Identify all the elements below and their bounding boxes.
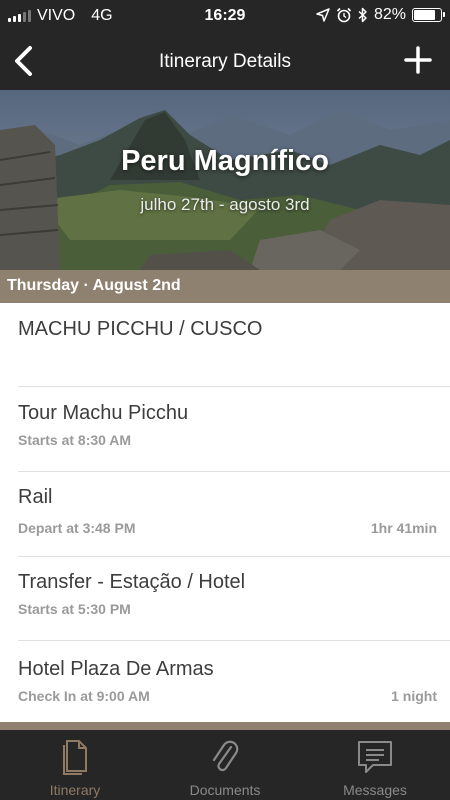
section-title: MACHU PICCHU / CUSCO (18, 318, 263, 340)
alarm-clock-icon (336, 7, 352, 23)
status-bar: VIVO 4G 16:29 82% (0, 0, 450, 32)
item-title: Tour Machu Picchu (18, 402, 189, 424)
section-header: MACHU PICCHU / CUSCO (0, 303, 450, 387)
trip-dates: julho 27th - agosto 3rd (140, 195, 310, 214)
item-subtitle: Depart at 3:48 PM (18, 520, 136, 536)
tab-bar: Itinerary Documents Messages (0, 730, 450, 800)
itinerary-item-hotel[interactable]: Hotel Plaza De Armas Check In at 9:00 AM… (0, 641, 450, 722)
itinerary-item-transfer[interactable]: Transfer - Estação / Hotel Starts at 5:3… (0, 557, 450, 641)
tab-documents[interactable]: Documents (150, 730, 300, 800)
status-right: 82% (316, 6, 445, 24)
page-title: Itinerary Details (159, 51, 291, 72)
hero-overlay (0, 90, 450, 270)
bottom-accent-bar (0, 722, 450, 730)
tab-itinerary[interactable]: Itinerary (0, 730, 150, 800)
battery-percent: 82% (373, 6, 406, 23)
item-duration: 1 night (391, 688, 437, 704)
add-plus-icon[interactable] (404, 46, 432, 74)
message-icon (358, 741, 392, 773)
itinerary-item-tour[interactable]: Tour Machu Picchu Starts at 8:30 AM (0, 387, 450, 471)
item-title: Hotel Plaza De Armas (18, 658, 214, 680)
tab-label: Messages (343, 782, 407, 798)
battery-icon (412, 8, 445, 22)
item-title: Transfer - Estação / Hotel (18, 571, 246, 593)
battery-fill (414, 10, 436, 20)
item-subtitle: Starts at 8:30 AM (18, 432, 132, 448)
trip-title: Peru Magnífico (121, 145, 329, 177)
item-duration: 1hr 41min (370, 520, 437, 536)
tab-messages[interactable]: Messages (300, 730, 450, 800)
tab-label: Documents (189, 782, 261, 798)
trip-hero-image: Peru Magnífico julho 27th - agosto 3rd (0, 90, 450, 270)
tab-label: Itinerary (49, 782, 101, 798)
document-icon (63, 740, 87, 775)
location-arrow-icon (316, 8, 330, 22)
item-subtitle: Starts at 5:30 PM (18, 601, 131, 617)
day-header: Thursday · August 2nd (0, 270, 450, 303)
nav-bar: Itinerary Details (0, 32, 450, 90)
item-subtitle: Check In at 9:00 AM (18, 688, 150, 704)
paperclip-icon (212, 740, 239, 772)
item-title: Rail (18, 486, 53, 508)
itinerary-item-rail[interactable]: Rail Depart at 3:48 PM 1hr 41min (0, 472, 450, 556)
bluetooth-icon (358, 7, 367, 23)
